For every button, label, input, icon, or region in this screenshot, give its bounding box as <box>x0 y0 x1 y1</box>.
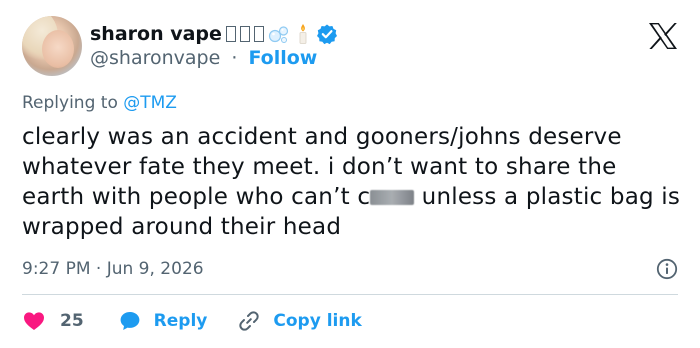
author-handle-row: @sharonvape · Follow <box>90 47 317 69</box>
bubbles-icon <box>268 26 289 43</box>
follow-button[interactable]: Follow <box>248 47 317 69</box>
heart-icon <box>24 312 44 330</box>
copy-link-button[interactable]: Copy link <box>237 309 362 333</box>
avatar[interactable] <box>22 16 82 76</box>
divider <box>22 294 678 295</box>
replying-to-handle[interactable]: @TMZ <box>123 93 177 113</box>
verified-icon <box>316 24 337 45</box>
like-button[interactable]: 25 <box>22 309 118 333</box>
unrendered-glyph <box>239 26 250 42</box>
author-handle[interactable]: @sharonvape <box>90 47 220 69</box>
reply-bubble-icon <box>120 312 140 330</box>
x-logo-icon[interactable] <box>648 22 678 50</box>
avatar-face <box>42 30 74 68</box>
tweet-time: 9:27 PM <box>22 259 91 279</box>
reply-label: Reply <box>153 311 208 331</box>
unrendered-glyph <box>253 26 264 42</box>
like-count: 25 <box>60 311 84 331</box>
action-bar: 25 Reply Copy link <box>22 307 362 335</box>
display-name[interactable]: sharon vape <box>90 23 222 45</box>
author-name-row: sharon vape <box>90 20 338 48</box>
link-icon <box>239 311 260 331</box>
censored-word-blur <box>370 190 415 205</box>
candle-icon <box>299 24 307 44</box>
tweet-text: clearly was an accident and gooners/john… <box>22 122 682 242</box>
tweet-date: Jun 9, 2026 <box>106 259 204 279</box>
handle-separator: · <box>231 47 238 69</box>
replying-to: Replying to @TMZ <box>22 93 177 113</box>
tweet-timestamp[interactable]: 9:27 PM · Jun 9, 2026 <box>22 259 204 279</box>
timestamp-separator: · <box>90 259 107 279</box>
copy-link-label: Copy link <box>273 311 362 331</box>
reply-button[interactable]: Reply <box>118 309 238 333</box>
replying-to-prefix: Replying to <box>22 93 124 113</box>
unrendered-glyph <box>225 26 236 42</box>
info-icon[interactable] <box>656 258 678 280</box>
